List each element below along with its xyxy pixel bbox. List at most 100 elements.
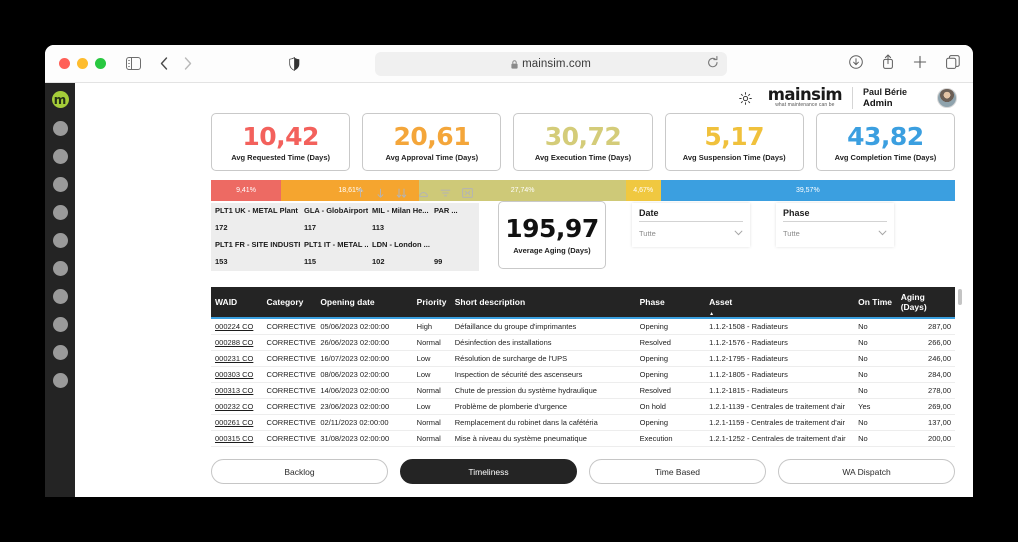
phase-segment-label: 4,67% xyxy=(633,187,654,194)
arrow-up-icon[interactable] xyxy=(356,185,365,203)
column-header-desc[interactable]: Short description xyxy=(450,287,636,319)
table-row[interactable]: 000315 CO CORRECTIVE 31/08/2023 02:00:00 No… xyxy=(211,430,955,447)
rail-nav-item-7[interactable] xyxy=(52,289,68,304)
rail-nav-item-1[interactable] xyxy=(52,121,68,136)
filter-select[interactable]: Tutte xyxy=(639,229,743,238)
waid-link[interactable]: 000303 CO xyxy=(215,370,253,379)
focus-mode-icon[interactable] xyxy=(462,185,473,203)
waid-link[interactable]: 000288 CO xyxy=(215,338,253,347)
column-header-waid[interactable]: WAID xyxy=(211,287,263,319)
matrix-location-value[interactable]: 153 xyxy=(211,254,300,271)
matrix-location-value[interactable]: 102 xyxy=(368,254,430,271)
matrix-location-value[interactable] xyxy=(430,220,479,237)
filter-select[interactable]: Tutte xyxy=(783,229,887,238)
phase-segment-1[interactable]: 9,41% xyxy=(211,180,282,201)
cell-opening: 05/06/2023 02:00:00 xyxy=(316,318,413,335)
matrix-location-name[interactable]: PLT1 IT - METAL ... xyxy=(300,237,368,254)
rail-nav-item-3[interactable] xyxy=(52,177,68,192)
matrix-location-value[interactable]: 172 xyxy=(211,220,300,237)
column-header-ontime[interactable]: On Time xyxy=(854,287,897,319)
kpi-value: 20,61 xyxy=(393,121,471,151)
kpi-value: 10,42 xyxy=(242,121,319,151)
matrix-location-value[interactable]: 117 xyxy=(300,220,368,237)
cell-priority: Low xyxy=(412,398,451,415)
download-icon[interactable] xyxy=(849,54,863,74)
column-header-aging[interactable]: Aging (Days) xyxy=(896,287,955,319)
waid-link[interactable]: 000315 CO xyxy=(215,434,253,443)
waid-link[interactable]: 000224 CO xyxy=(215,322,253,331)
matrix-location-value[interactable]: 99 xyxy=(430,254,479,271)
minimize-window-button[interactable] xyxy=(77,58,88,69)
column-header-opening[interactable]: Opening date xyxy=(316,287,413,319)
rail-nav-item-6[interactable] xyxy=(52,261,68,276)
matrix-location-value[interactable]: 113 xyxy=(368,220,430,237)
phase-segment-4[interactable]: 4,67% xyxy=(625,180,661,201)
maximize-window-button[interactable] xyxy=(95,58,106,69)
rail-nav-item-4[interactable] xyxy=(52,205,68,220)
plus-icon[interactable] xyxy=(913,55,927,74)
matrix-location-name[interactable]: PAR ... xyxy=(430,203,479,220)
table-row[interactable]: 000231 CO CORRECTIVE 16/07/2023 02:00:00 Lo… xyxy=(211,350,955,367)
rail-nav-item-9[interactable] xyxy=(52,345,68,360)
matrix-location-name[interactable]: GLA - GlobAirport xyxy=(300,203,368,220)
reload-icon[interactable] xyxy=(707,56,719,72)
rail-nav-item-10[interactable] xyxy=(52,373,68,388)
tab-backlog[interactable]: Backlog xyxy=(211,459,388,484)
cell-aging: 269,00 xyxy=(896,398,955,415)
waid-link[interactable]: 000232 CO xyxy=(215,402,253,411)
column-header-phase[interactable]: Phase xyxy=(635,287,706,319)
close-window-button[interactable] xyxy=(59,58,70,69)
location-matrix[interactable]: PLT1 UK - METAL Plant 1 ...GLA - GlobAir… xyxy=(211,203,479,271)
chevron-left-icon[interactable] xyxy=(160,57,168,70)
column-header-label: Category xyxy=(266,297,304,307)
matrix-location-name[interactable] xyxy=(430,237,479,254)
table-row[interactable]: 000232 CO CORRECTIVE 23/06/2023 02:00:00 Lo… xyxy=(211,398,955,415)
tab-overview-icon[interactable] xyxy=(946,54,960,74)
share-icon[interactable] xyxy=(882,54,894,74)
cell-ontime: No xyxy=(854,334,897,351)
tab-timeliness[interactable]: Timeliness xyxy=(400,459,577,484)
rail-nav-item-2[interactable] xyxy=(52,149,68,164)
mainsim-logo-icon[interactable]: m xyxy=(51,91,69,108)
cell-opening: 16/07/2023 02:00:00 xyxy=(316,350,413,367)
kpi-row: 10,42 Avg Requested Time (Days) 20,61 Avg A… xyxy=(211,113,956,171)
rail-nav-item-8[interactable] xyxy=(52,317,68,332)
sort-descending-icon[interactable] xyxy=(396,185,407,203)
matrix-location-value[interactable]: 115 xyxy=(300,254,368,271)
waid-link[interactable]: 000261 CO xyxy=(215,418,253,427)
matrix-location-name[interactable]: MIL - Milan He... xyxy=(368,203,430,220)
arrow-down-icon[interactable] xyxy=(376,185,385,203)
sidebar-toggle-icon[interactable] xyxy=(126,57,141,70)
column-header-asset[interactable]: Asset ▲ xyxy=(705,287,855,319)
user-info[interactable]: Paul Bérie Admin xyxy=(863,87,907,110)
waid-link[interactable]: 000231 CO xyxy=(215,354,253,363)
rail-nav-item-5[interactable] xyxy=(52,233,68,248)
phase-segment-5[interactable]: 39,57% xyxy=(660,180,956,201)
avatar[interactable] xyxy=(937,88,957,108)
tab-wa-dispatch[interactable]: WA Dispatch xyxy=(778,459,955,484)
column-header-priority[interactable]: Priority xyxy=(412,287,451,319)
table-row[interactable]: 000288 CO CORRECTIVE 26/06/2023 02:00:00 No… xyxy=(211,334,955,351)
cell-aging: 200,00 xyxy=(896,430,955,447)
table-row[interactable]: 000261 CO CORRECTIVE 02/11/2023 02:00:00 No… xyxy=(211,414,955,431)
drill-up-icon[interactable] xyxy=(418,185,429,203)
filter-icon[interactable] xyxy=(440,185,451,203)
table-row[interactable]: 000224 CO CORRECTIVE 05/06/2023 02:00:00 Hi… xyxy=(211,318,955,335)
matrix-location-name[interactable]: PLT1 UK - METAL Plant 1 ... xyxy=(211,203,300,220)
address-bar[interactable]: mainsim.com xyxy=(375,52,727,76)
gear-icon[interactable] xyxy=(738,91,752,105)
table-scrollbar[interactable] xyxy=(958,289,962,305)
filter-value: Tutte xyxy=(639,229,656,238)
matrix-location-name[interactable]: PLT1 FR - SITE INDUSTRIEL xyxy=(211,237,300,254)
waid-link[interactable]: 000313 CO xyxy=(215,386,253,395)
matrix-location-name[interactable]: LDN - London ... xyxy=(368,237,430,254)
filter-date: Date Tutte xyxy=(632,203,750,247)
phase-segment-label: 39,57% xyxy=(795,187,820,194)
table-body: 000224 CO CORRECTIVE 05/06/2023 02:00:00 Hi… xyxy=(211,318,955,447)
column-header-category[interactable]: Category xyxy=(262,287,317,319)
chevron-right-icon[interactable] xyxy=(184,57,192,70)
table-row[interactable]: 000313 CO CORRECTIVE 14/06/2023 02:00:00 No… xyxy=(211,382,955,399)
tab-time-based[interactable]: Time Based xyxy=(589,459,766,484)
privacy-shield-icon[interactable] xyxy=(289,56,300,71)
table-row[interactable]: 000303 CO CORRECTIVE 08/06/2023 02:00:00 Lo… xyxy=(211,366,955,383)
